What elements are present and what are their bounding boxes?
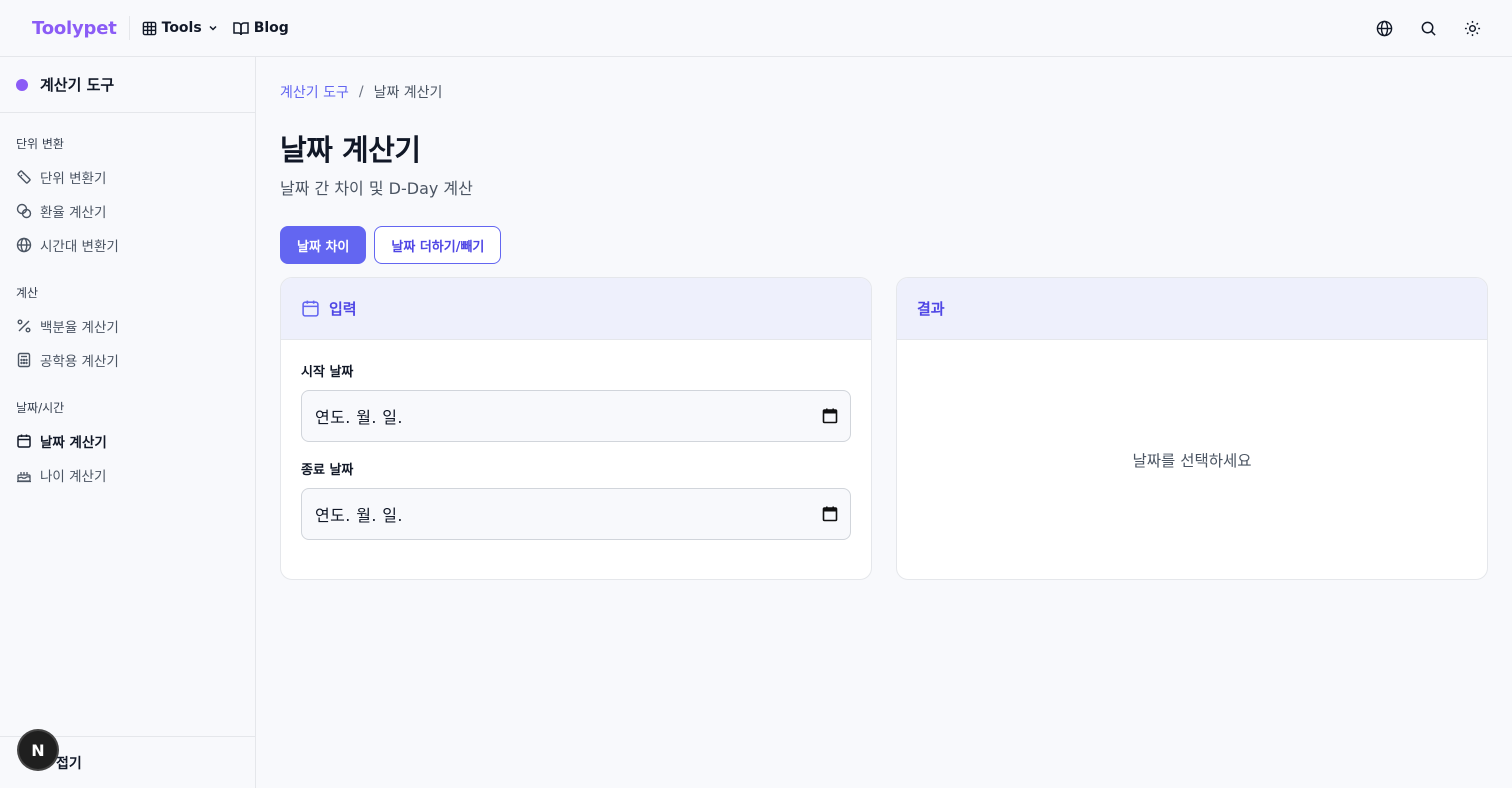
sidebar-item-currency[interactable]: 환율 계산기 [0, 194, 255, 228]
globe-icon [1376, 20, 1392, 36]
result-panel: 결과 날짜를 선택하세요 [896, 277, 1488, 580]
search-button[interactable] [1416, 16, 1440, 40]
sidebar-item-label: 환율 계산기 [40, 205, 107, 221]
chevron-down-icon [209, 25, 217, 31]
sun-icon [1464, 20, 1480, 36]
calendar-picker-icon[interactable] [822, 506, 838, 522]
breadcrumb-separator: / [358, 84, 364, 100]
language-button[interactable] [1372, 16, 1396, 40]
coins-icon [16, 203, 32, 219]
header-actions [1372, 0, 1484, 56]
sidebar-group-label: 날짜/시간 [16, 401, 65, 415]
sidebar-collapse-label: 접기 [56, 755, 82, 772]
sidebar-group-label: 계산 [16, 286, 39, 300]
logo[interactable]: Toolypet [32, 18, 117, 39]
header-divider [128, 16, 130, 40]
nav-blog[interactable]: Blog [232, 20, 289, 36]
next-dev-badge[interactable]: N [19, 731, 57, 769]
input-panel: 입력 시작 날짜 연도. 월. 일. 종료 날짜 연도. 월. 일. [280, 277, 872, 580]
sidebar-item-date-calculator[interactable]: 날짜 계산기 [0, 424, 255, 458]
calendar-icon [17, 434, 31, 448]
sidebar-item-timezone[interactable]: 시간대 변환기 [0, 228, 255, 262]
book-icon [232, 21, 249, 35]
sidebar-item-label: 시간대 변환기 [40, 239, 119, 255]
page-title: 날짜 계산기 [280, 133, 421, 167]
sidebar: 계산기 도구 단위 변환 단위 변환기 환율 계산기 시간대 변환기 계산 백분… [0, 57, 256, 788]
percent-icon [17, 319, 31, 333]
sidebar-group-label: 단위 변환 [16, 137, 64, 151]
start-date-label: 시작 날짜 [301, 365, 354, 380]
nav-blog-label: Blog [253, 20, 289, 36]
sidebar-item-label: 단위 변환기 [40, 171, 107, 187]
result-panel-title: 결과 [917, 300, 945, 318]
sidebar-item-label: 나이 계산기 [40, 469, 107, 485]
cake-icon [17, 472, 31, 483]
sidebar-item-percentage[interactable]: 백분율 계산기 [0, 309, 255, 343]
input-panel-header: 입력 [281, 278, 871, 340]
sidebar-item-label: 공학용 계산기 [40, 354, 119, 370]
sidebar-item-label: 백분율 계산기 [40, 320, 119, 336]
start-date-input[interactable]: 연도. 월. 일. [301, 390, 851, 442]
result-panel-header: 결과 [897, 278, 1487, 340]
sidebar-dot [16, 78, 28, 91]
calendar-icon [302, 300, 319, 317]
globe-icon [16, 237, 32, 253]
mode-tabs: 날짜 차이 날짜 더하기/빼기 [280, 226, 1488, 264]
tab-add-subtract[interactable]: 날짜 더하기/빼기 [374, 226, 502, 264]
result-empty-message: 날짜를 선택하세요 [1132, 452, 1252, 470]
breadcrumb: 계산기 도구 / 날짜 계산기 [280, 82, 1488, 102]
sidebar-header: 계산기 도구 [0, 57, 255, 113]
start-date-value: 연도. 월. 일. [315, 408, 403, 427]
nav-tools-label: Tools [161, 20, 202, 36]
end-date-label: 종료 날짜 [301, 463, 354, 478]
page-subtitle: 날짜 간 차이 및 D-Day 계산 [280, 179, 473, 198]
calculator-icon [17, 352, 31, 368]
top-bar: Toolypet Tools Blog [0, 0, 1512, 57]
panels: 입력 시작 날짜 연도. 월. 일. 종료 날짜 연도. 월. 일. 결과 날짜… [280, 277, 1488, 580]
ruler-icon [17, 170, 31, 184]
sidebar-item-scientific[interactable]: 공학용 계산기 [0, 343, 255, 377]
sidebar-title: 계산기 도구 [40, 76, 115, 94]
sidebar-item-unit-converter[interactable]: 단위 변환기 [0, 160, 255, 194]
calendar-picker-icon[interactable] [822, 408, 838, 424]
nav-tools[interactable]: Tools [142, 20, 219, 36]
tab-date-difference[interactable]: 날짜 차이 [280, 226, 367, 264]
theme-toggle[interactable] [1460, 16, 1484, 40]
input-panel-title: 입력 [329, 300, 357, 318]
main-content: 계산기 도구 / 날짜 계산기 날짜 계산기 날짜 간 차이 및 D-Day 계… [280, 57, 1488, 580]
end-date-value: 연도. 월. 일. [315, 506, 403, 525]
breadcrumb-parent[interactable]: 계산기 도구 [280, 82, 349, 102]
sidebar-item-age-calculator[interactable]: 나이 계산기 [0, 458, 255, 492]
breadcrumb-current: 날짜 계산기 [373, 85, 443, 101]
grid-icon [142, 21, 156, 35]
search-icon [1421, 21, 1436, 36]
sidebar-item-label: 날짜 계산기 [40, 435, 107, 451]
end-date-input[interactable]: 연도. 월. 일. [301, 488, 851, 540]
